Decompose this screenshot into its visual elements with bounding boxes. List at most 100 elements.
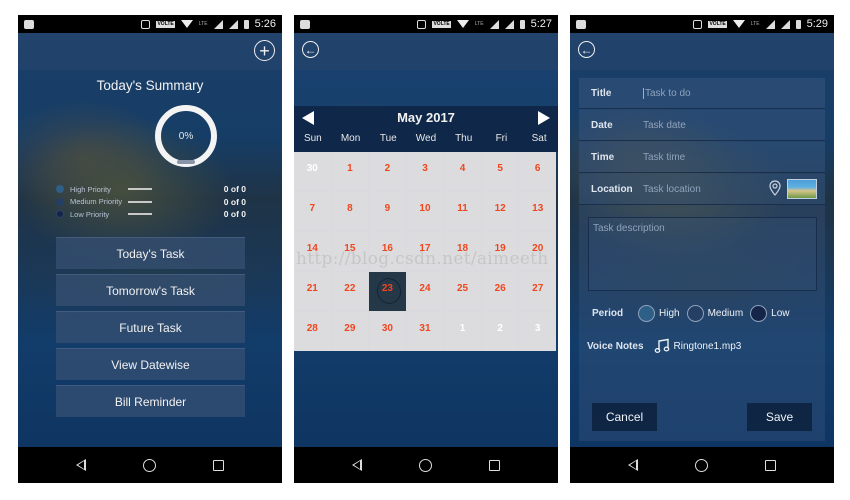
period-low-radio[interactable] bbox=[750, 305, 768, 322]
calendar-day[interactable]: 5 bbox=[481, 152, 519, 191]
calendar-day[interactable]: 31 bbox=[406, 312, 444, 351]
volte-icon: VOLTE bbox=[432, 20, 451, 28]
system-nav-bar bbox=[294, 447, 558, 483]
nav-back-icon[interactable] bbox=[628, 459, 639, 471]
bill-reminder-button[interactable]: Bill Reminder bbox=[56, 385, 245, 417]
calendar-day[interactable]: 18 bbox=[444, 232, 481, 271]
low-priority-dot-icon bbox=[56, 210, 64, 219]
date-field[interactable]: Date Task date bbox=[579, 110, 825, 141]
future-task-button[interactable]: Future Task bbox=[56, 311, 245, 343]
volte-icon: VOLTE bbox=[708, 20, 727, 28]
back-button[interactable]: ← bbox=[578, 41, 595, 58]
priority-bar bbox=[128, 200, 152, 203]
nav-recents-icon[interactable] bbox=[488, 459, 500, 471]
calendar-day[interactable]: 22 bbox=[331, 272, 369, 311]
calendar-day[interactable]: 30 bbox=[369, 312, 406, 351]
calendar-day-other-month[interactable]: 1 bbox=[444, 312, 481, 351]
nav-back-icon[interactable] bbox=[76, 459, 87, 471]
calendar-day[interactable]: 9 bbox=[369, 192, 406, 231]
period-medium-label[interactable]: Medium bbox=[708, 308, 744, 319]
calendar-day[interactable]: 26 bbox=[481, 272, 519, 311]
title-input[interactable]: Task to do bbox=[643, 87, 691, 99]
date-input[interactable]: Task date bbox=[643, 120, 686, 131]
date-label: Date bbox=[591, 119, 613, 131]
calendar-day[interactable]: 15 bbox=[331, 232, 369, 271]
calendar-day[interactable]: 4 bbox=[444, 152, 481, 191]
nav-home-icon[interactable] bbox=[694, 458, 708, 472]
calendar-day[interactable]: 17 bbox=[406, 232, 444, 271]
view-datewise-button[interactable]: View Datewise bbox=[56, 348, 245, 380]
weekday-label: Wed bbox=[415, 133, 437, 144]
weekday-label: Sun bbox=[303, 133, 322, 144]
todays-task-button[interactable]: Today's Task bbox=[56, 237, 245, 269]
title-field[interactable]: Title Task to do bbox=[579, 78, 825, 109]
calendar-day[interactable]: 3 bbox=[406, 152, 444, 191]
calendar-day[interactable]: 13 bbox=[519, 192, 556, 231]
period-label: Period bbox=[592, 308, 624, 319]
signal-icon bbox=[504, 19, 514, 29]
save-button[interactable]: Save bbox=[747, 403, 812, 431]
calendar-day[interactable]: 16 bbox=[369, 232, 406, 271]
calendar-day-other-month[interactable]: 3 bbox=[519, 312, 556, 351]
period-high-label[interactable]: High bbox=[659, 308, 680, 319]
period-low-label[interactable]: Low bbox=[771, 308, 789, 319]
nav-home-icon[interactable] bbox=[418, 458, 432, 472]
calendar-day-other-month[interactable]: 2 bbox=[481, 312, 519, 351]
calendar-day[interactable]: 8 bbox=[331, 192, 369, 231]
calendar-day[interactable]: 12 bbox=[481, 192, 519, 231]
nav-recents-icon[interactable] bbox=[212, 459, 224, 471]
add-task-button[interactable]: + bbox=[254, 40, 275, 61]
nav-back-icon[interactable] bbox=[352, 459, 363, 471]
summary-title: Today's Summary bbox=[96, 78, 204, 93]
calendar-day-selected[interactable]: 23 bbox=[369, 272, 406, 311]
android-notification-icon bbox=[300, 19, 310, 29]
calendar-day[interactable]: 2 bbox=[369, 152, 406, 191]
period-medium-radio[interactable] bbox=[686, 305, 704, 322]
nav-home-icon[interactable] bbox=[142, 458, 156, 472]
calendar-day[interactable]: 1 bbox=[331, 152, 369, 191]
time-input[interactable]: Task time bbox=[643, 152, 685, 163]
nav-recents-icon[interactable] bbox=[764, 459, 776, 471]
battery-icon bbox=[519, 19, 525, 29]
music-note-icon[interactable] bbox=[654, 338, 670, 354]
calendar-day[interactable]: 7 bbox=[294, 192, 331, 231]
calendar-day[interactable]: 11 bbox=[444, 192, 481, 231]
calendar-day[interactable]: 29 bbox=[331, 312, 369, 351]
calendar-month-title: May 2017 bbox=[397, 110, 455, 125]
status-bar: VOLTE LTE 5:26 bbox=[18, 15, 282, 33]
description-input[interactable]: Task description bbox=[588, 217, 817, 291]
priority-count: 0 of 0 bbox=[223, 196, 246, 207]
tomorrows-task-button[interactable]: Tomorrow's Task bbox=[56, 274, 245, 306]
calendar-day-other-month[interactable]: 30 bbox=[294, 152, 331, 191]
system-nav-bar bbox=[18, 447, 282, 483]
priority-row-medium: Medium Priority 0 of 0 bbox=[56, 196, 246, 209]
calendar-day[interactable]: 19 bbox=[481, 232, 519, 271]
calendar-day[interactable]: 28 bbox=[294, 312, 331, 351]
calendar-day[interactable]: 14 bbox=[294, 232, 331, 271]
calendar-day[interactable]: 27 bbox=[519, 272, 556, 311]
time-field[interactable]: Time Task time bbox=[579, 142, 825, 173]
calendar-header: May 2017 Sun Mon Tue Wed Thu Fri Sat bbox=[294, 106, 558, 152]
calendar-day[interactable]: 6 bbox=[519, 152, 556, 191]
priority-label: Medium Priority bbox=[70, 197, 123, 207]
priority-bar bbox=[128, 213, 152, 216]
location-map-thumbnail[interactable] bbox=[787, 179, 817, 199]
back-button[interactable]: ← bbox=[302, 41, 319, 58]
wifi-icon bbox=[732, 20, 745, 28]
calendar-day[interactable]: 21 bbox=[294, 272, 331, 311]
cancel-button[interactable]: Cancel bbox=[592, 403, 657, 431]
location-pin-icon[interactable] bbox=[769, 180, 781, 196]
calendar-day[interactable]: 10 bbox=[406, 192, 444, 231]
voice-file-name[interactable]: Ringtone1.mp3 bbox=[674, 341, 742, 352]
weekday-label: Mon bbox=[340, 133, 361, 144]
calendar-day[interactable]: 25 bbox=[444, 272, 481, 311]
vibrate-icon bbox=[693, 19, 703, 29]
location-field[interactable]: Location Task location bbox=[579, 174, 825, 205]
period-high-radio[interactable] bbox=[638, 305, 655, 322]
next-month-button[interactable] bbox=[538, 111, 550, 125]
calendar-day[interactable]: 24 bbox=[406, 272, 444, 311]
lte-icon: LTE bbox=[474, 21, 484, 27]
task-form: Title Task to do Date Task date Time Tas… bbox=[579, 78, 825, 441]
calendar-day[interactable]: 20 bbox=[519, 232, 556, 271]
location-input[interactable]: Task location bbox=[643, 184, 701, 195]
